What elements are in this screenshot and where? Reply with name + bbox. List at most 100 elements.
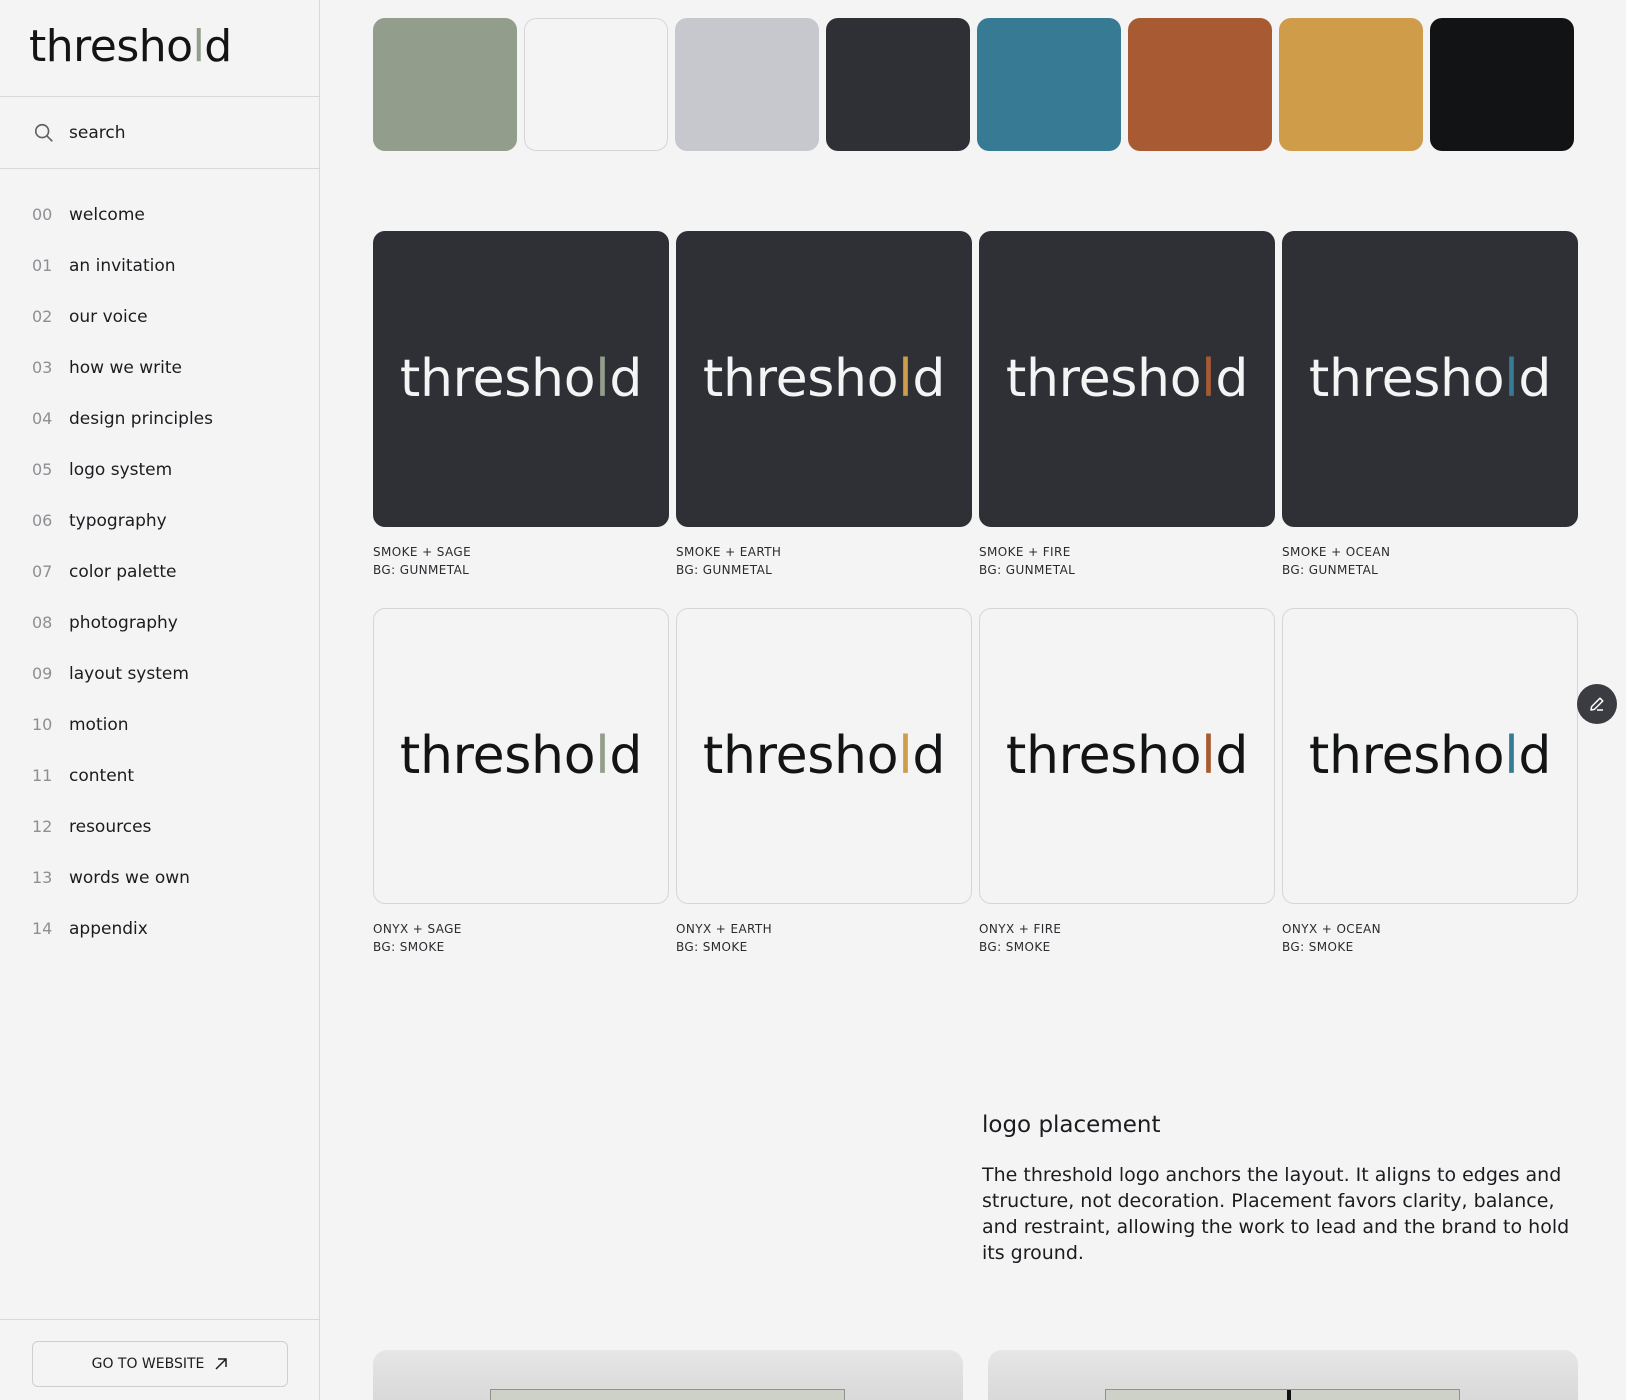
placement-preview-right: [988, 1350, 1578, 1400]
nav-label: design principles: [69, 408, 213, 429]
logo-word-suffix: d: [912, 726, 946, 786]
preview-mockup: [1105, 1389, 1460, 1400]
color-swatch-onyx: [1430, 18, 1574, 151]
nav-number: 07: [32, 562, 53, 581]
nav-number: 04: [32, 409, 53, 428]
go-to-website-button[interactable]: GO TO WEBSITE: [32, 1341, 288, 1387]
nav-label: typography: [69, 510, 167, 531]
logo-caption: SMOKE + EARTH BG: GUNMETAL: [676, 543, 972, 579]
logo-card: thresho l d: [676, 608, 972, 904]
nav-label: resources: [69, 816, 152, 837]
nav-number: 03: [32, 358, 53, 377]
nav-number: 00: [32, 205, 53, 224]
nav-label: color palette: [69, 561, 177, 582]
nav-number: 10: [32, 715, 53, 734]
search-bar[interactable]: [0, 97, 319, 169]
logo-word-accent: l: [898, 726, 913, 786]
logo-word-prefix: thresho: [399, 726, 596, 786]
logo-dark-variants: thresho l d SMOKE + SAGE BG: GUNMETAL thre…: [373, 231, 1578, 579]
logo-card: thresho l d: [373, 608, 669, 904]
sidebar-item-resources[interactable]: 12 resources: [0, 801, 319, 852]
color-swatch-silver: [675, 18, 819, 151]
logo-caption-bg: BG: SMOKE: [1282, 940, 1354, 954]
color-swatch-earth: [1279, 18, 1423, 151]
sidebar-item-our-voice[interactable]: 02 our voice: [0, 291, 319, 342]
nav-number: 06: [32, 511, 53, 530]
sidebar-item-layout-system[interactable]: 09 layout system: [0, 648, 319, 699]
nav-number: 13: [32, 868, 53, 887]
sidebar-item-words-we-own[interactable]: 13 words we own: [0, 852, 319, 903]
logo-word-suffix: d: [1215, 349, 1249, 409]
color-swatch-smoke: [524, 18, 668, 151]
sidebar-item-appendix[interactable]: 14 appendix: [0, 903, 319, 954]
logo-word-prefix: thresho: [702, 349, 899, 409]
logo-caption-bg: BG: GUNMETAL: [676, 563, 773, 577]
logo-word-accent: l: [595, 349, 610, 409]
nav-label: motion: [69, 714, 129, 735]
sidebar-item-motion[interactable]: 10 motion: [0, 699, 319, 750]
logo-caption: SMOKE + FIRE BG: GUNMETAL: [979, 543, 1275, 579]
logo-word-accent: l: [898, 349, 913, 409]
logo-caption-colors: SMOKE + FIRE: [979, 545, 1071, 559]
logo-caption-bg: BG: SMOKE: [979, 940, 1051, 954]
nav-number: 08: [32, 613, 53, 632]
brand-logo-prefix: thresho: [29, 21, 193, 72]
nav-label: layout system: [69, 663, 189, 684]
nav-label: how we write: [69, 357, 182, 378]
logo-word-prefix: thresho: [702, 726, 899, 786]
logo-word-prefix: thresho: [1308, 726, 1505, 786]
logo-card: thresho l d: [676, 231, 972, 527]
sidebar-item-logo-system[interactable]: 05 logo system: [0, 444, 319, 495]
sidebar-item-typography[interactable]: 06 typography: [0, 495, 319, 546]
logo-light-variants: thresho l d ONYX + SAGE BG: SMOKE thresho l…: [373, 608, 1578, 956]
logo-caption-colors: ONYX + OCEAN: [1282, 922, 1382, 936]
sidebar-item-welcome[interactable]: 00 welcome: [0, 189, 319, 240]
nav-label: content: [69, 765, 135, 786]
logo-card: thresho l d: [1282, 231, 1578, 527]
logo-caption-colors: SMOKE + SAGE: [373, 545, 472, 559]
logo-caption: ONYX + OCEAN BG: SMOKE: [1282, 920, 1578, 956]
brand-logo[interactable]: threshold: [0, 0, 319, 97]
logo-word-prefix: thresho: [1005, 349, 1202, 409]
logo-caption: SMOKE + SAGE BG: GUNMETAL: [373, 543, 669, 579]
logo-caption-colors: ONYX + FIRE: [979, 922, 1062, 936]
nav-label: our voice: [69, 306, 148, 327]
section-title: logo placement: [982, 1112, 1161, 1138]
color-swatch-ocean: [977, 18, 1121, 151]
logo-variant-smoke-fire: thresho l d SMOKE + FIRE BG: GUNMETAL: [979, 231, 1275, 579]
search-input[interactable]: [69, 122, 289, 143]
logo-card: thresho l d: [1282, 608, 1578, 904]
logo-caption-bg: BG: GUNMETAL: [1282, 563, 1379, 577]
brand-logo-accent: l: [192, 21, 205, 72]
sidebar-item-content[interactable]: 11 content: [0, 750, 319, 801]
color-swatch-row: [373, 18, 1574, 151]
sidebar-item-photography[interactable]: 08 photography: [0, 597, 319, 648]
edit-button[interactable]: [1577, 684, 1617, 724]
nav-label: photography: [69, 612, 178, 633]
sidebar-item-how-we-write[interactable]: 03 how we write: [0, 342, 319, 393]
sidebar-item-design-principles[interactable]: 04 design principles: [0, 393, 319, 444]
sidebar-item-color-palette[interactable]: 07 color palette: [0, 546, 319, 597]
logo-variant-smoke-earth: thresho l d SMOKE + EARTH BG: GUNMETAL: [676, 231, 972, 579]
logo-word-accent: l: [595, 726, 610, 786]
color-swatch-fire: [1128, 18, 1272, 151]
logo-caption-colors: SMOKE + OCEAN: [1282, 545, 1391, 559]
logo-caption-bg: BG: GUNMETAL: [373, 563, 470, 577]
logo-word-accent: l: [1504, 726, 1519, 786]
sidebar-nav: 00 welcome 01 an invitation 02 our voice 03…: [0, 169, 319, 954]
logo-variant-onyx-sage: thresho l d ONYX + SAGE BG: SMOKE: [373, 608, 669, 956]
logo-word-accent: l: [1504, 349, 1519, 409]
logo-word-suffix: d: [1518, 726, 1552, 786]
preview-mockup: [490, 1389, 845, 1400]
logo-word-accent: l: [1201, 726, 1216, 786]
color-swatch-gunmetal: [826, 18, 970, 151]
logo-caption: ONYX + FIRE BG: SMOKE: [979, 920, 1275, 956]
pencil-icon: [1590, 697, 1604, 711]
nav-number: 09: [32, 664, 53, 683]
sidebar-item-an-invitation[interactable]: 01 an invitation: [0, 240, 319, 291]
nav-number: 01: [32, 256, 53, 275]
nav-number: 12: [32, 817, 53, 836]
logo-word-suffix: d: [912, 349, 946, 409]
logo-card: thresho l d: [979, 231, 1275, 527]
section-body: The threshold logo anchors the layout. I…: [982, 1164, 1570, 1264]
